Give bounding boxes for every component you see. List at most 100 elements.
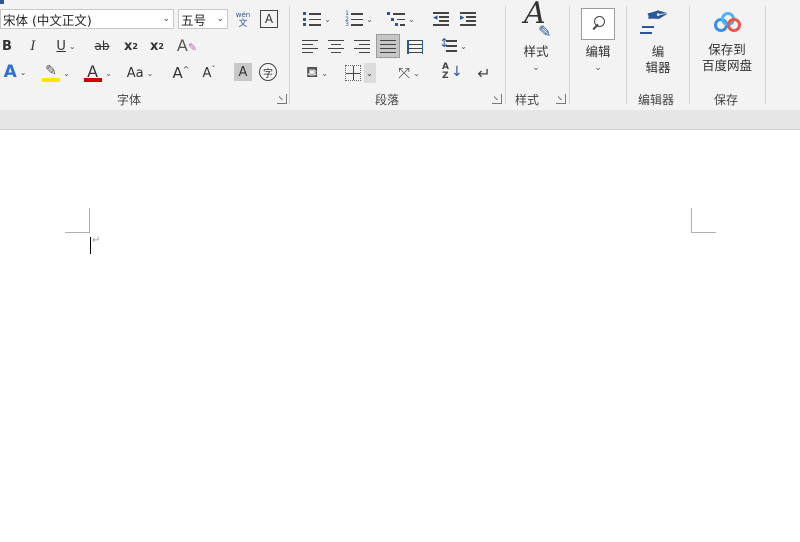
editor-button[interactable]: ✒ 编 辑器 <box>636 0 680 82</box>
shading-button[interactable]: ⛾ ⌄ <box>299 62 335 84</box>
crop-mark-left-horizontal <box>65 232 90 233</box>
superscript-glyph: x <box>150 38 159 54</box>
highlight-button[interactable]: ✎ ⌄ <box>38 62 74 84</box>
group-divider <box>505 6 506 104</box>
align-right-button[interactable] <box>351 35 373 57</box>
font-name-select[interactable]: 宋体 (中文正文) ⌄ <box>0 9 174 29</box>
font-name-value: 宋体 (中文正文) <box>3 12 92 28</box>
borders-dropdown[interactable]: ⌄ <box>363 63 376 83</box>
font-dialog-launcher[interactable] <box>277 94 287 104</box>
phonetic-guide-button[interactable]: wén 文 <box>232 8 254 32</box>
chinese-layout-button[interactable]: ⤧ ⌄ <box>392 62 426 84</box>
change-case-glyph: Aa <box>126 65 144 81</box>
paint-bucket-icon: ⛾ <box>306 63 319 81</box>
line-spacing-icon: ↕ <box>439 36 458 53</box>
line-spacing-button[interactable]: ↕ ⌄ <box>436 35 470 57</box>
save-group-label: 保存 <box>714 93 739 107</box>
ribbon: 宋体 (中文正文) ⌄ 五号 ⌄ wén 文 A B I U ⌄ ab x2 x… <box>0 0 800 111</box>
border-grid-icon <box>344 65 361 81</box>
styles-group-label: 样式 <box>515 93 540 107</box>
group-divider <box>289 6 290 104</box>
distributed-button[interactable] <box>404 35 426 57</box>
chevron-down-icon: ⌄ <box>413 68 420 78</box>
document-page[interactable]: ↵ <box>0 130 800 542</box>
subscript-small: 2 <box>132 41 138 51</box>
character-shading-button[interactable]: A <box>234 63 252 81</box>
italic-glyph: I <box>30 38 36 54</box>
align-left-button[interactable] <box>299 35 321 57</box>
chevron-down-icon: ⌄ <box>63 68 70 78</box>
font-color-icon: A <box>84 62 103 83</box>
italic-button[interactable]: I <box>26 36 40 56</box>
font-group-label: 字体 <box>117 93 142 107</box>
align-right-icon <box>354 39 370 54</box>
editing-button[interactable]: 编辑 ⌄ <box>577 8 619 78</box>
chevron-down-icon: ⌄ <box>321 68 328 78</box>
chinese-layout-icon: ⤧ <box>398 64 411 82</box>
grow-font-glyph: A <box>172 64 183 82</box>
paragraph-dialog-launcher[interactable] <box>492 94 502 104</box>
styles-button-label: 样式 <box>523 44 549 59</box>
clear-formatting-icon: A✎ <box>176 35 198 55</box>
chevron-down-icon: ⌄ <box>532 63 540 73</box>
text-cursor <box>90 237 91 254</box>
styles-button[interactable]: A ✎ 样式 ⌄ <box>513 0 559 80</box>
chevron-down-icon: ⌄ <box>324 14 331 24</box>
increase-indent-icon: ▸ <box>460 12 476 26</box>
sort-icon: A Z ↓ <box>442 62 463 81</box>
numbering-button[interactable]: 1 2 3 ⌄ <box>341 8 377 30</box>
multilevel-list-button[interactable]: ⌄ <box>383 8 419 30</box>
strikethrough-button[interactable]: ab <box>92 36 112 56</box>
sort-button[interactable]: A Z ↓ <box>440 62 463 84</box>
bold-button[interactable]: B <box>0 36 14 56</box>
group-divider <box>765 6 766 104</box>
grow-font-button[interactable]: A ^ <box>170 62 192 84</box>
styles-dialog-launcher[interactable] <box>556 94 566 104</box>
enclose-characters-button[interactable]: 字 <box>259 63 277 81</box>
chevron-down-icon: ⌄ <box>216 14 224 24</box>
paragraph-mark-icon: ↵ <box>477 63 491 83</box>
strikethrough-glyph: ab <box>94 39 110 53</box>
borders-button[interactable]: ⌄ <box>341 62 379 84</box>
group-divider <box>689 6 690 104</box>
numbered-list-icon: 1 2 3 <box>345 11 364 28</box>
chevron-down-icon: ⌄ <box>594 63 602 73</box>
caret-down-small-icon: ˇ <box>211 64 216 74</box>
paragraph-mark: ↵ <box>92 235 101 246</box>
align-center-button[interactable] <box>325 35 347 57</box>
character-border-button[interactable]: A <box>260 10 278 28</box>
align-left-icon <box>302 39 318 54</box>
show-marks-button[interactable]: ↵ <box>473 62 495 84</box>
chevron-down-icon: ⌄ <box>408 14 415 24</box>
text-effect-button[interactable]: A ⌄ <box>0 62 30 82</box>
distributed-icon <box>407 39 423 54</box>
clear-formatting-button[interactable]: A✎ <box>176 34 198 56</box>
change-case-button[interactable]: Aa ⌄ <box>122 62 158 84</box>
chevron-down-icon: ⌄ <box>105 68 112 78</box>
superscript-button[interactable]: x2 <box>148 36 166 56</box>
decrease-indent-button[interactable]: ◂ <box>430 8 452 30</box>
chevron-down-icon: ⌄ <box>146 68 154 78</box>
increase-indent-button[interactable]: ▸ <box>457 8 479 30</box>
shrink-font-button[interactable]: Aˇ <box>198 62 220 84</box>
font-color-button[interactable]: A ⌄ <box>80 62 116 84</box>
character-shading-glyph: A <box>238 64 248 80</box>
font-size-value: 五号 <box>181 12 207 28</box>
baidu-cloud-icon <box>712 10 742 36</box>
underline-button[interactable]: U ⌄ <box>52 36 80 56</box>
chevron-down-icon: ⌄ <box>68 41 76 51</box>
chevron-down-icon: ⌄ <box>366 68 373 78</box>
justify-button[interactable] <box>376 34 400 58</box>
text-effect-glyph: A <box>3 62 17 82</box>
bold-glyph: B <box>2 38 12 54</box>
font-size-select[interactable]: 五号 ⌄ <box>178 9 228 29</box>
bullets-button[interactable]: ⌄ <box>299 8 335 30</box>
chevron-down-icon: ⌄ <box>19 67 27 77</box>
caret-up-icon: ^ <box>182 64 190 74</box>
save-button-line1: 保存到 <box>708 42 746 57</box>
enclose-characters-glyph: 字 <box>263 68 273 80</box>
multilevel-list-icon <box>387 12 406 26</box>
save-to-baidu-button[interactable]: 保存到 百度网盘 <box>696 10 758 82</box>
justify-icon <box>380 39 396 54</box>
subscript-button[interactable]: x2 <box>122 36 140 56</box>
